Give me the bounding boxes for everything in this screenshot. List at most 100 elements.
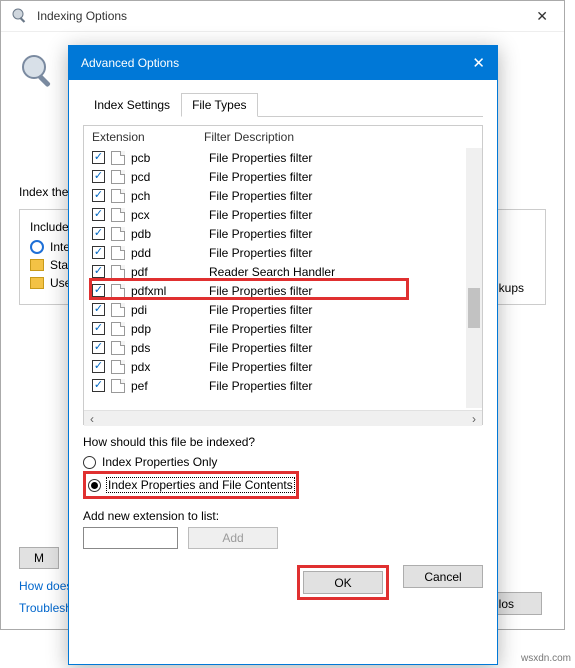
checkbox-icon[interactable]: ✓ [92,265,105,278]
desc-cell: File Properties filter [209,322,312,336]
file-icon [111,265,125,279]
file-icon [111,341,125,355]
help-link[interactable]: How does [19,579,72,593]
add-button[interactable]: Add [188,527,278,549]
add-extension-row: Add [83,527,483,549]
ext-cell: pch [131,189,209,203]
add-ext-label: Add new extension to list: [83,509,483,523]
checkbox-icon[interactable]: ✓ [92,170,105,183]
checkbox-icon[interactable]: ✓ [92,379,105,392]
checkbox-icon[interactable]: ✓ [92,341,105,354]
table-row[interactable]: ✓ pdpFile Properties filter [84,319,482,338]
table-row[interactable]: ✓ pefFile Properties filter [84,376,482,395]
radio-properties-and-contents[interactable]: Index Properties and File Contents [88,476,294,494]
highlight-pdf-row [89,278,409,300]
vertical-scrollbar[interactable] [466,148,482,408]
radio-label: Index Properties and File Contents [107,478,294,492]
desc-cell: File Properties filter [209,341,312,355]
ext-cell: pcb [131,151,209,165]
bg-right-col: kups [499,281,524,295]
desc-cell: File Properties filter [209,208,312,222]
ext-cell: pdi [131,303,209,317]
checkbox-icon[interactable]: ✓ [92,151,105,164]
file-icon [111,227,125,241]
desc-cell: File Properties filter [209,360,312,374]
radio-properties-only[interactable]: Index Properties Only [83,453,483,471]
bg-button[interactable]: M [19,547,59,569]
tab-file-types[interactable]: File Types [181,93,257,117]
how-indexed-label: How should this file be indexed? [83,435,483,449]
scroll-right-icon[interactable]: › [466,412,482,426]
table-row[interactable]: ✓ pdbFile Properties filter [84,224,482,243]
scrollbar-thumb[interactable] [468,288,480,328]
ext-cell: pcd [131,170,209,184]
ext-cell: pef [131,379,209,393]
fg-title: Advanced Options [81,56,179,70]
search-icon [11,7,29,25]
ok-button[interactable]: OK [303,571,383,594]
ext-cell: pdb [131,227,209,241]
file-type-list: Extension Filter Description ✓pcbFile Pr… [83,125,483,425]
list-header: Extension Filter Description [84,126,482,148]
ext-cell: pcx [131,208,209,222]
ext-cell: pds [131,341,209,355]
file-icon [111,246,125,260]
radio-icon [83,456,96,469]
checkbox-icon[interactable]: ✓ [92,208,105,221]
folder-icon [30,259,44,271]
tab-strip: Index Settings File Types [83,92,483,117]
table-row[interactable]: ✓ pdxFile Properties filter [84,357,482,376]
checkbox-icon[interactable]: ✓ [92,189,105,202]
checkbox-icon[interactable]: ✓ [92,322,105,335]
scroll-left-icon[interactable]: ‹ [84,412,100,426]
file-icon [111,303,125,317]
checkbox-icon[interactable]: ✓ [92,360,105,373]
checkbox-icon[interactable]: ✓ [92,246,105,259]
file-icon [111,208,125,222]
table-row[interactable]: ✓pchFile Properties filter [84,186,482,205]
cancel-button[interactable]: Cancel [403,565,483,588]
table-row[interactable]: ✓ pcbFile Properties filter [84,148,482,167]
table-row[interactable]: ✓ pddFile Properties filter [84,243,482,262]
file-icon [111,360,125,374]
radio-label: Index Properties Only [102,455,217,469]
desc-cell: File Properties filter [209,151,312,165]
radio-group: Index Properties Only Index Properties a… [83,453,483,499]
file-icon [111,379,125,393]
table-row[interactable]: ✓ pdsFile Properties filter [84,338,482,357]
file-icon [111,151,125,165]
col-extension[interactable]: Extension [92,130,204,144]
troubleshoot-link[interactable]: Troublesh [19,601,72,615]
checkbox-icon[interactable]: ✓ [92,303,105,316]
folder-icon [30,277,44,289]
ext-cell: pdx [131,360,209,374]
ext-cell: pdd [131,246,209,260]
horizontal-scrollbar[interactable]: ‹ › [84,410,482,426]
col-filter-description[interactable]: Filter Description [204,130,474,144]
table-row[interactable]: ✓ pdiFile Properties filter [84,300,482,319]
desc-cell: File Properties filter [209,379,312,393]
close-icon[interactable]: ✕ [530,8,554,25]
desc-cell: File Properties filter [209,227,312,241]
fg-titlebar: Advanced Options ✕ [69,46,497,80]
radio-icon [88,479,101,492]
tab-index-settings[interactable]: Index Settings [83,93,181,117]
desc-cell: File Properties filter [209,246,312,260]
checkbox-icon[interactable]: ✓ [92,227,105,240]
ext-cell: pdf [131,265,209,279]
close-icon[interactable]: ✕ [472,54,485,72]
table-row[interactable]: ✓ pcxFile Properties filter [84,205,482,224]
desc-cell: File Properties filter [209,303,312,317]
table-row[interactable]: ✓pcdFile Properties filter [84,167,482,186]
ie-icon [30,240,44,254]
search-large-icon [19,52,59,92]
fg-body: Index Settings File Types Extension Filt… [69,80,497,559]
advanced-options-window: Advanced Options ✕ Index Settings File T… [68,45,498,665]
file-icon [111,170,125,184]
watermark: wsxdn.com [521,653,571,664]
dialog-buttons: OK Cancel [69,565,497,612]
new-extension-input[interactable] [83,527,178,549]
ext-cell: pdp [131,322,209,336]
file-icon [111,189,125,203]
bg-titlebar: Indexing Options ✕ [1,1,564,32]
